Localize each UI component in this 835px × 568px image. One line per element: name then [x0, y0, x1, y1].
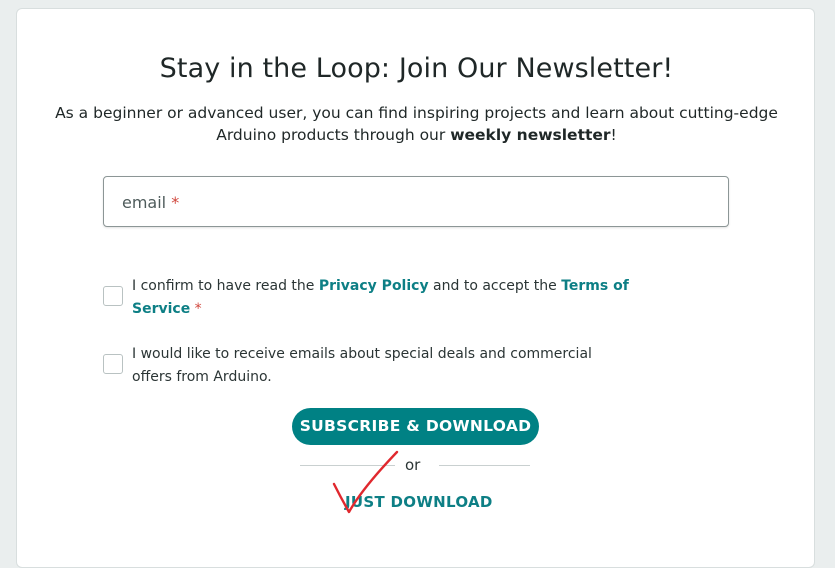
consent-label: I confirm to have read the Privacy Polic… — [132, 275, 632, 321]
marketing-row: I would like to receive emails about spe… — [103, 343, 663, 391]
privacy-policy-link[interactable]: Privacy Policy — [319, 278, 429, 294]
email-placeholder-text: email — [122, 193, 167, 212]
description-text-start: As a beginner or advanced user, you can … — [55, 104, 778, 144]
consent-text-middle: and to accept the — [428, 278, 562, 294]
email-field[interactable]: email * — [103, 176, 729, 227]
or-label: or — [405, 456, 421, 474]
email-placeholder: email * — [122, 193, 179, 212]
newsletter-description: As a beginner or advanced user, you can … — [47, 102, 786, 146]
newsletter-title: Stay in the Loop: Join Our Newsletter! — [159, 53, 674, 84]
just-download-link[interactable]: JUST DOWNLOAD — [345, 493, 493, 511]
subscribe-download-button[interactable]: SUBSCRIBE & DOWNLOAD — [292, 408, 539, 445]
consent-checkbox[interactable] — [103, 286, 123, 306]
required-asterisk: * — [171, 193, 180, 212]
newsletter-card: Stay in the Loop: Join Our Newsletter! A… — [16, 8, 815, 568]
consent-text-start: I confirm to have read the — [132, 278, 319, 294]
consent-row: I confirm to have read the Privacy Polic… — [103, 275, 663, 323]
marketing-label: I would like to receive emails about spe… — [132, 346, 592, 385]
description-text-end: ! — [610, 126, 617, 144]
divider-right — [439, 465, 530, 466]
required-asterisk: * — [194, 301, 202, 317]
divider-left — [300, 465, 395, 466]
marketing-checkbox[interactable] — [103, 354, 123, 374]
description-bold: weekly newsletter — [450, 126, 611, 144]
